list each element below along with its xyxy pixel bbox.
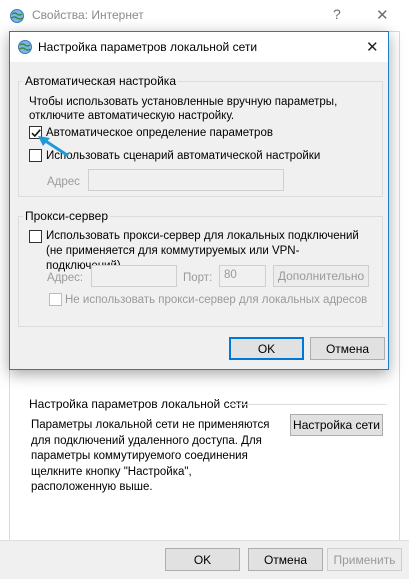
- help-button[interactable]: ?: [333, 6, 341, 22]
- outer-window-title: Свойства: Интернет: [32, 8, 144, 22]
- proxy-address-label: Адрес:: [47, 272, 84, 284]
- globe-network-icon: [9, 8, 25, 27]
- dialog-title-bar: Настройка параметров локальной сети ✕: [10, 32, 388, 62]
- dialog-title: Настройка параметров локальной сети: [38, 40, 258, 54]
- lan-section-heading: Настройка параметров локальной сети: [29, 397, 249, 411]
- advanced-button[interactable]: Дополнительно: [273, 265, 369, 287]
- use-script-label[interactable]: Использовать сценарий автоматической нас…: [46, 149, 320, 163]
- proxy-address-input[interactable]: [91, 265, 177, 287]
- bypass-local-checkbox[interactable]: [49, 293, 62, 306]
- lan-settings-dialog: Настройка параметров локальной сети ✕ Ав…: [9, 31, 389, 370]
- globe-network-icon: [17, 39, 33, 58]
- proxy-port-input[interactable]: 80: [219, 265, 266, 287]
- dialog-close-button[interactable]: ✕: [366, 38, 379, 56]
- lan-settings-button[interactable]: Настройка сети: [290, 414, 383, 436]
- script-address-input[interactable]: [88, 169, 284, 191]
- auto-detect-label[interactable]: Автоматическое определение параметров: [46, 126, 273, 140]
- lan-section-description: Параметры локальной сети не применяются …: [31, 419, 270, 493]
- pointer-arrow-icon: [38, 136, 69, 157]
- outer-cancel-button[interactable]: Отмена: [248, 548, 323, 571]
- lan-section-divider: [230, 404, 387, 405]
- use-proxy-checkbox[interactable]: [29, 230, 42, 243]
- proxy-port-label: Порт:: [183, 272, 213, 284]
- outer-ok-button[interactable]: OK: [165, 548, 240, 571]
- script-address-label: Адрес: [47, 176, 80, 188]
- bypass-local-label[interactable]: Не использовать прокси-сервер для локаль…: [65, 293, 367, 307]
- apply-button[interactable]: Применить: [327, 548, 402, 571]
- auto-config-legend: Автоматическая настройка: [25, 74, 176, 88]
- proxy-legend: Прокси-сервер: [25, 209, 108, 223]
- dialog-body: Автоматическая настройка Чтобы использов…: [10, 62, 388, 369]
- outer-close-button[interactable]: ✕: [376, 6, 389, 24]
- dialog-ok-button[interactable]: OK: [229, 337, 304, 360]
- dialog-cancel-button[interactable]: Отмена: [310, 337, 385, 360]
- outer-title-bar: Свойства: Интернет ? ✕: [0, 0, 409, 31]
- auto-config-description: Чтобы использовать установленные вручную…: [29, 96, 338, 122]
